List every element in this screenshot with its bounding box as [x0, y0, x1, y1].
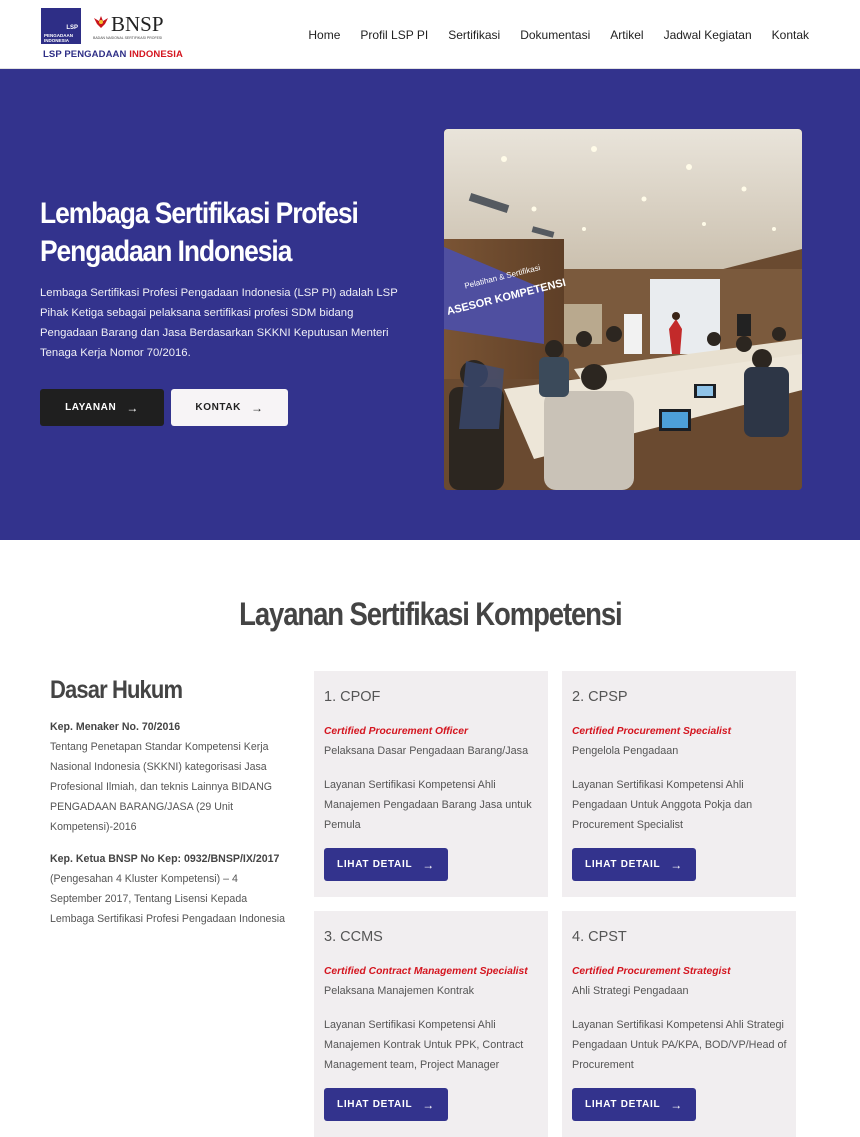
dasar-hukum-item: Kep. Ketua BNSP No Kep: 0932/BNSP/IX/201… — [50, 849, 290, 929]
dasar-hukum-item: Kep. Menaker No. 70/2016 Tentang Penetap… — [50, 717, 290, 837]
service-card-ccms: 3. CCMS Certified Contract Management Sp… — [314, 911, 548, 1137]
lihat-detail-button[interactable]: LIHAT DETAIL → — [572, 848, 696, 881]
card-role: Pengelola Pengadaan — [572, 745, 679, 757]
dasar-hukum-item-body: Tentang Penetapan Standar Kompetensi Ker… — [50, 741, 272, 833]
dasar-hukum-item-head: Kep. Menaker No. 70/2016 — [50, 721, 181, 733]
lihat-detail-button[interactable]: LIHAT DETAIL → — [572, 1088, 696, 1121]
training-room-photo: Pelatihan & Sertifikasi ASESOR KOMPETENS… — [444, 129, 802, 490]
bnsp-logo-subtext: BADAN NASIONAL SERTIFIKASI PROFESI — [93, 36, 163, 40]
arrow-right-icon: → — [422, 857, 435, 872]
arrow-right-icon: → — [670, 1097, 683, 1112]
card-role: Pelaksana Manajemen Kontrak — [324, 985, 475, 997]
services-title-text: Layanan Sertifikasi Kompetensi — [238, 596, 623, 632]
garuda-icon — [94, 16, 108, 28]
card-description: Layanan Sertifikasi Kompetensi Ahli Stra… — [572, 1019, 787, 1071]
nav-sertifikasi[interactable]: Sertifikasi — [448, 28, 500, 42]
layanan-button-label: LAYANAN — [65, 402, 117, 413]
nav-artikel[interactable]: Artikel — [610, 28, 643, 42]
logo-caption: LSP PENGADAAN INDONESIA — [43, 49, 183, 60]
card-role: Pelaksana Dasar Pengadaan Barang/Jasa — [324, 745, 529, 757]
card-title: 4. CPST — [572, 929, 627, 945]
card-role: Ahli Strategi Pengadaan — [572, 985, 689, 997]
card-description: Layanan Sertifikasi Kompetensi Ahli Peng… — [572, 779, 753, 831]
card-subtitle: Certified Contract Management Specialist — [324, 966, 528, 977]
arrow-right-icon: → — [126, 400, 139, 415]
nav-dokumentasi[interactable]: Dokumentasi — [520, 28, 590, 42]
card-title: 1. CPOF — [324, 689, 381, 705]
lihat-detail-button[interactable]: LIHAT DETAIL → — [324, 1088, 448, 1121]
card-subtitle: Certified Procurement Specialist — [572, 726, 732, 737]
hero-title: Lembaga Sertifikasi Profesi Pengadaan In… — [40, 197, 359, 268]
logo-caption-red: INDONESIA — [129, 49, 183, 60]
hero-section: Lembaga Sertifikasi Profesi Pengadaan In… — [0, 69, 860, 540]
service-card-cpof: 1. CPOF Certified Procurement Officer Pe… — [314, 671, 548, 897]
kontak-button-label: KONTAK — [195, 402, 242, 413]
services-title: Layanan Sertifikasi Kompetensi — [0, 596, 860, 633]
card-title: 3. CCMS — [324, 929, 383, 945]
card-subtitle: Certified Procurement Strategist — [572, 966, 731, 977]
bnsp-logo: BNSP BADAN NASIONAL SERTIFIKASI PROFESI — [93, 12, 173, 42]
service-card-cpst: 4. CPST Certified Procurement Strategist… — [562, 911, 796, 1137]
card-description: Layanan Sertifikasi Kompetensi Ahli Mana… — [324, 779, 532, 831]
hero-photo: Pelatihan & Sertifikasi ASESOR KOMPETENS… — [444, 129, 802, 490]
arrow-right-icon: → — [422, 1097, 435, 1112]
lihat-detail-button[interactable]: LIHAT DETAIL → — [324, 848, 448, 881]
lihat-detail-label: LIHAT DETAIL — [585, 859, 661, 870]
site-logo[interactable]: LSP PENGADAAN INDONESIA BNSP BADAN NASIO… — [41, 8, 183, 62]
lihat-detail-label: LIHAT DETAIL — [585, 1099, 661, 1110]
logo-caption-blue: LSP PENGADAAN — [43, 49, 127, 60]
lihat-detail-label: LIHAT DETAIL — [337, 1099, 413, 1110]
lsp-logo-mark: LSP PENGADAAN INDONESIA — [41, 8, 81, 44]
kontak-button[interactable]: KONTAK → — [171, 389, 288, 426]
arrow-right-icon: → — [251, 400, 264, 415]
main-nav: Home Profil LSP PI Sertifikasi Dokumenta… — [288, 0, 809, 69]
site-header: LSP PENGADAAN INDONESIA BNSP BADAN NASIO… — [0, 0, 860, 69]
lsp-logo-line2: INDONESIA — [44, 38, 70, 43]
lihat-detail-label: LIHAT DETAIL — [337, 859, 413, 870]
hero-description: Lembaga Sertifikasi Profesi Pengadaan In… — [40, 287, 398, 359]
dasar-hukum-title: Dasar Hukum — [50, 676, 183, 704]
nav-jadwal[interactable]: Jadwal Kegiatan — [664, 28, 752, 42]
card-description: Layanan Sertifikasi Kompetensi Ahli Mana… — [324, 1019, 524, 1071]
nav-home[interactable]: Home — [308, 28, 340, 42]
layanan-button[interactable]: LAYANAN → — [40, 389, 164, 426]
bnsp-logo-text: BNSP — [111, 12, 164, 36]
nav-profil[interactable]: Profil LSP PI — [360, 28, 428, 42]
card-title: 2. CPSP — [572, 689, 628, 705]
nav-kontak[interactable]: Kontak — [772, 28, 809, 42]
arrow-right-icon: → — [670, 857, 683, 872]
service-card-cpsp: 2. CPSP Certified Procurement Specialist… — [562, 671, 796, 897]
dasar-hukum-item-head: Kep. Ketua BNSP No Kep: 0932/BNSP/IX/201… — [50, 853, 280, 865]
dasar-hukum-item-body: (Pengesahan 4 Kluster Kompetensi) – 4 Se… — [50, 873, 285, 925]
card-subtitle: Certified Procurement Officer — [324, 726, 469, 737]
lsp-logo-top: LSP — [66, 25, 78, 31]
